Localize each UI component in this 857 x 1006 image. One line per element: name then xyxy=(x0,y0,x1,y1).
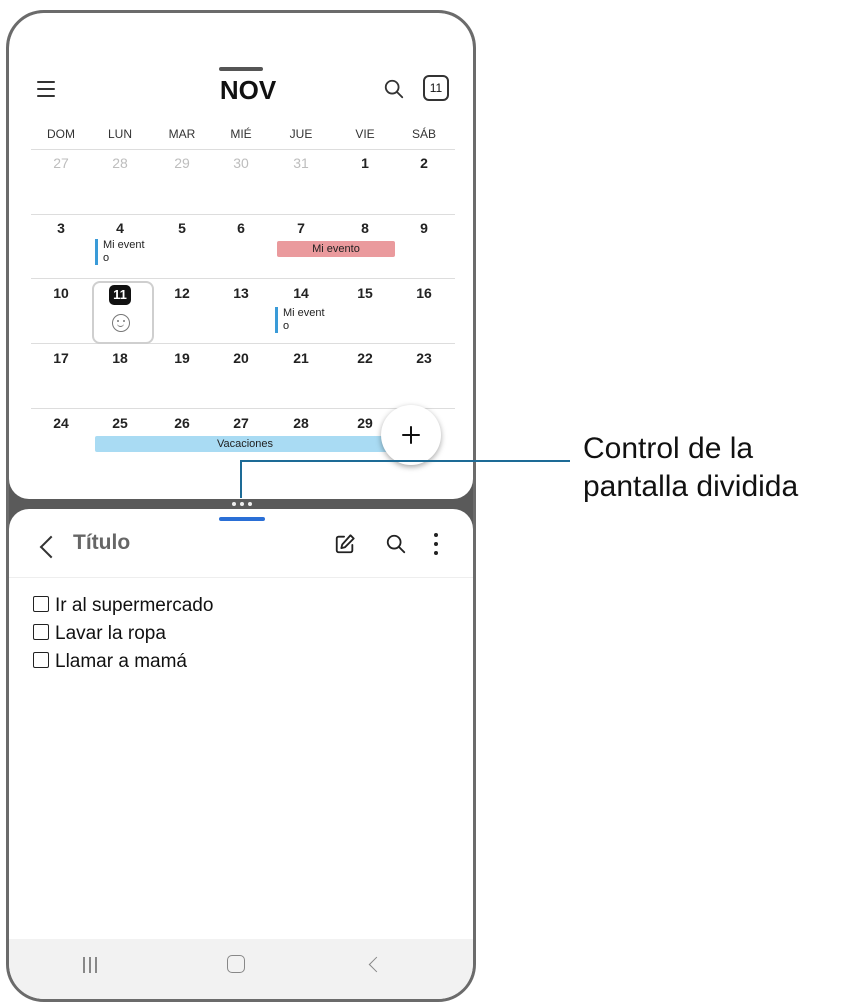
days-of-week-header: DOM LUN MAR MIÉ JUE VIE SÁB xyxy=(31,127,451,147)
dow-thu: JUE xyxy=(289,127,313,141)
more-options-icon[interactable] xyxy=(433,533,439,555)
calendar-day[interactable]: 6 xyxy=(221,220,261,236)
menu-icon[interactable] xyxy=(37,81,55,97)
dow-mon: LUN xyxy=(107,127,132,141)
dow-sun: DOM xyxy=(47,127,75,141)
nav-back-icon[interactable] xyxy=(368,956,385,973)
split-screen-handle[interactable] xyxy=(227,499,257,509)
dow-wed: MIÉ xyxy=(230,127,252,141)
calendar-day[interactable]: 27 xyxy=(221,415,261,431)
checklist-item[interactable]: Llamar a mamá xyxy=(33,651,187,673)
event-chip[interactable]: Mi event o xyxy=(95,239,145,265)
callout-label-line: pantalla dividida xyxy=(583,470,799,503)
week-divider xyxy=(31,408,455,409)
checklist-item-label: Lavar la ropa xyxy=(55,623,166,644)
notes-pane-grabber[interactable] xyxy=(219,517,265,521)
event-chip[interactable]: Mi event o xyxy=(275,307,325,333)
phone-frame: NOV 11 DOM LUN MAR MIÉ JUE VIE SÁB 27 28… xyxy=(6,10,476,1002)
calendar-day[interactable]: 24 xyxy=(41,415,81,431)
event-label: Mi event xyxy=(103,239,145,251)
calendar-day[interactable]: 18 xyxy=(100,350,140,366)
week-divider xyxy=(31,343,455,344)
dow-sat: SÁB xyxy=(411,127,436,141)
today-button[interactable]: 11 xyxy=(423,75,449,101)
calendar-day[interactable]: 23 xyxy=(404,350,444,366)
checkbox[interactable] xyxy=(33,596,49,612)
event-label: Mi event xyxy=(283,307,325,319)
notes-search-icon[interactable] xyxy=(385,533,407,555)
recents-icon[interactable] xyxy=(83,957,99,973)
note-title[interactable]: Título xyxy=(73,531,130,555)
dow-fri: VIE xyxy=(355,127,375,141)
calendar-day[interactable]: 8 xyxy=(345,220,385,236)
edit-icon[interactable] xyxy=(334,533,356,555)
calendar-pane: NOV 11 DOM LUN MAR MIÉ JUE VIE SÁB 27 28… xyxy=(9,13,473,499)
calendar-day[interactable]: 22 xyxy=(345,350,385,366)
calendar-day[interactable]: 26 xyxy=(162,415,202,431)
event-bar-mi-evento[interactable]: Mi evento xyxy=(277,241,395,257)
event-bar-vacaciones[interactable]: Vacaciones xyxy=(95,436,395,452)
calendar-day[interactable]: 19 xyxy=(162,350,202,366)
week-divider xyxy=(31,278,455,279)
callout-label: Control de la pantalla dividida xyxy=(583,430,798,506)
today-date-badge: 11 xyxy=(109,285,131,305)
home-icon[interactable] xyxy=(227,955,245,973)
calendar-day[interactable]: 25 xyxy=(100,415,140,431)
add-event-button[interactable] xyxy=(381,405,441,465)
calendar-day[interactable]: 13 xyxy=(221,285,261,301)
notes-pane: Título Ir al supermercado Lavar la ropa … xyxy=(9,509,473,999)
checklist-item-label: Ir al supermercado xyxy=(55,595,214,616)
calendar-day[interactable]: 29 xyxy=(345,415,385,431)
callout-leader-line xyxy=(240,460,570,462)
calendar-day[interactable]: 30 xyxy=(221,155,261,171)
callout-leader-line xyxy=(240,460,242,498)
checkbox[interactable] xyxy=(33,652,49,668)
calendar-day[interactable]: 28 xyxy=(100,155,140,171)
callout-label-line: Control de la xyxy=(583,432,754,465)
calendar-day[interactable]: 17 xyxy=(41,350,81,366)
event-label: o xyxy=(283,320,290,332)
month-title[interactable]: NOV xyxy=(213,75,283,106)
calendar-day[interactable]: 4 xyxy=(100,220,140,236)
calendar-day[interactable]: 2 xyxy=(404,155,444,171)
dow-tue: MAR xyxy=(168,127,196,141)
calendar-day[interactable]: 21 xyxy=(281,350,321,366)
calendar-day[interactable]: 20 xyxy=(221,350,261,366)
calendar-day[interactable]: 29 xyxy=(162,155,202,171)
smiley-sticker-icon xyxy=(112,314,130,332)
calendar-day[interactable]: 27 xyxy=(41,155,81,171)
checklist-item-label: Llamar a mamá xyxy=(55,651,187,672)
calendar-day[interactable]: 16 xyxy=(404,285,444,301)
calendar-pane-grabber[interactable] xyxy=(219,67,263,71)
calendar-day[interactable]: 7 xyxy=(281,220,321,236)
event-label: o xyxy=(103,252,110,264)
search-icon[interactable] xyxy=(383,78,405,100)
calendar-day[interactable]: 28 xyxy=(281,415,321,431)
navigation-bar xyxy=(9,939,473,999)
checkbox[interactable] xyxy=(33,624,49,640)
calendar-day[interactable]: 3 xyxy=(41,220,81,236)
calendar-day[interactable]: 9 xyxy=(404,220,444,236)
checklist-item[interactable]: Lavar la ropa xyxy=(33,623,166,645)
calendar-day[interactable]: 31 xyxy=(281,155,321,171)
calendar-day[interactable]: 15 xyxy=(345,285,385,301)
checklist-item[interactable]: Ir al supermercado xyxy=(33,595,213,617)
calendar-day[interactable]: 5 xyxy=(162,220,202,236)
calendar-day[interactable]: 12 xyxy=(162,285,202,301)
back-icon[interactable] xyxy=(39,535,63,559)
week-divider xyxy=(31,214,455,215)
calendar-day[interactable]: 1 xyxy=(345,155,385,171)
week-divider xyxy=(31,149,455,150)
header-divider xyxy=(9,577,473,578)
calendar-day[interactable]: 10 xyxy=(41,285,81,301)
calendar-day[interactable]: 14 xyxy=(281,285,321,301)
